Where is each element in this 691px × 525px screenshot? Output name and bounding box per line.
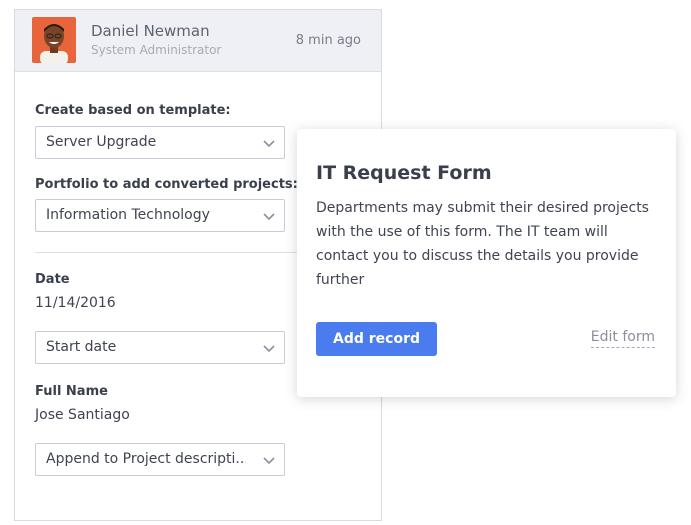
template-select[interactable]: Server Upgrade <box>35 126 285 159</box>
date-mapping-value: Start date <box>46 339 117 355</box>
panel-header: Daniel Newman System Administrator 8 min… <box>15 10 381 72</box>
popover-title: IT Request Form <box>316 162 492 184</box>
template-select-value: Server Upgrade <box>46 134 157 150</box>
user-name: Daniel Newman <box>91 22 210 40</box>
add-record-button[interactable]: Add record <box>316 322 437 356</box>
portfolio-label: Portfolio to add converted projects: <box>35 177 298 192</box>
template-label: Create based on template: <box>35 103 231 118</box>
date-mapping-select[interactable]: Start date <box>35 331 285 364</box>
edit-form-link[interactable]: Edit form <box>590 329 655 348</box>
name-value: Jose Santiago <box>35 407 130 423</box>
name-label: Full Name <box>35 384 108 399</box>
chevron-down-icon <box>263 213 275 221</box>
form-info-popover: IT Request Form Departments may submit t… <box>297 129 676 397</box>
name-mapping-value: Append to Project descripti... <box>46 451 246 467</box>
chevron-down-icon <box>263 345 275 353</box>
popover-description: Departments may submit their desired pro… <box>316 200 649 288</box>
portfolio-select[interactable]: Information Technology <box>35 199 285 232</box>
chevron-down-icon <box>263 140 275 148</box>
timestamp: 8 min ago <box>295 33 361 48</box>
date-value: 11/14/2016 <box>35 295 116 311</box>
chevron-down-icon <box>263 457 275 465</box>
user-role: System Administrator <box>91 43 222 57</box>
avatar <box>32 17 76 63</box>
name-mapping-select[interactable]: Append to Project descripti... <box>35 443 285 476</box>
portfolio-select-value: Information Technology <box>46 207 210 223</box>
date-label: Date <box>35 272 70 287</box>
